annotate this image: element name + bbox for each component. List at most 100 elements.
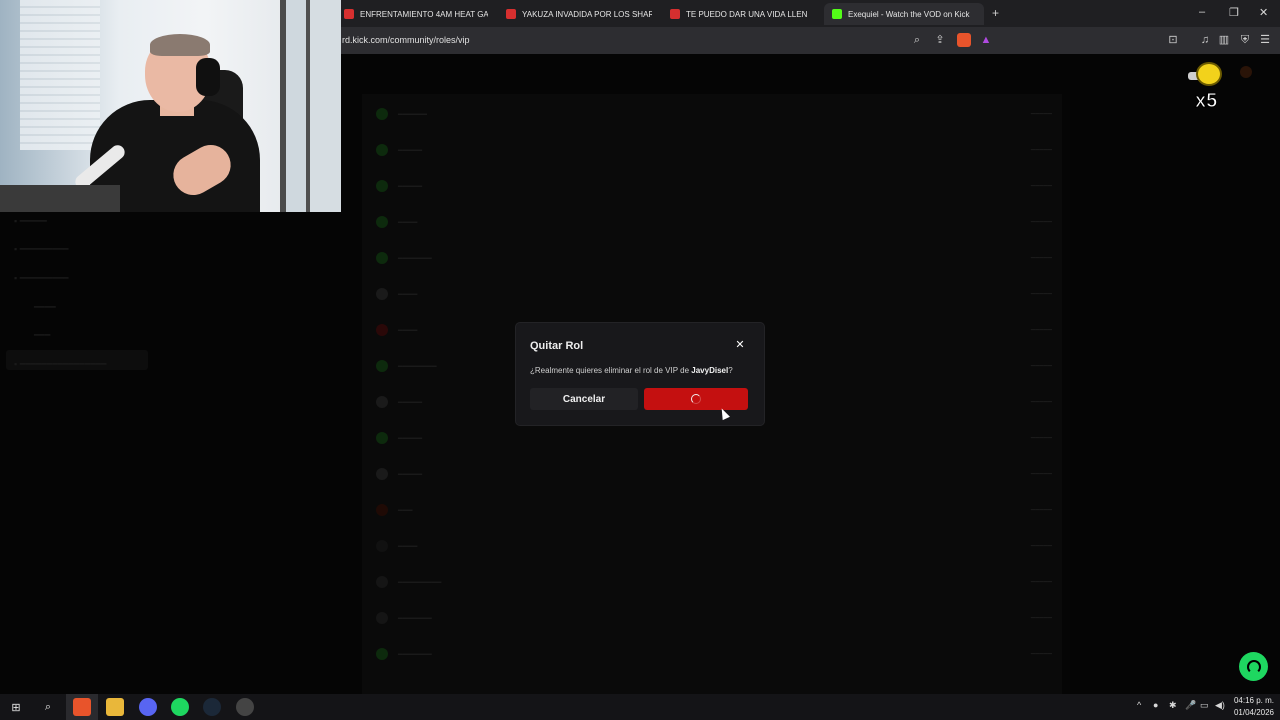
dialog-username: JavyDisel (691, 366, 729, 375)
list-item: ━━━━━ ━━━━━ (376, 430, 1052, 446)
sidebar-icon[interactable]: ▥ (1217, 33, 1231, 47)
sidebar-item[interactable]: ━━━ (34, 330, 50, 341)
list-item: ━━━━━━━ ━━━━━ (376, 610, 1052, 626)
emote-combo: x5 (1188, 60, 1228, 116)
emote-multiplier: x5 (1194, 90, 1218, 113)
network-icon[interactable]: ▭ (1200, 700, 1209, 711)
avatar (376, 504, 388, 516)
youtube-icon (344, 9, 354, 19)
brave-shield-icon[interactable] (957, 33, 971, 47)
share-icon[interactable]: ⇪ (933, 33, 947, 47)
sidebar-item[interactable]: ━━━━ (34, 302, 56, 313)
settings-tray-icon[interactable]: ✱ (1169, 700, 1177, 711)
screenshot-icon[interactable]: ⊡ (1166, 33, 1180, 47)
sidebar-item[interactable]: ▪ ━━━━━━━━━ (14, 273, 68, 284)
tab-yakuza[interactable]: YAKUZA INVADIDA POR LOS SHARKS (498, 3, 652, 25)
avatar (376, 360, 388, 372)
tab-label: YAKUZA INVADIDA POR LOS SHARKS (522, 9, 652, 19)
steam-icon[interactable] (203, 698, 221, 716)
avatar (376, 216, 388, 228)
list-item: ━━━━━━ ━━━━━ (376, 106, 1052, 122)
dialog-message-suffix: ? (728, 366, 733, 375)
tab-kick-vod[interactable]: Exequiel - Watch the VOD on Kick (824, 3, 984, 25)
list-item: ━━━━━ ━━━━━ (376, 142, 1052, 158)
windows-taskbar: ⊞ ⌕ ^ ● ✱ 🎤 ▭ ◀) 04:16 p. m. 01/04/2026 (0, 694, 1280, 720)
system-clock[interactable]: 04:16 p. m. 01/04/2026 (1226, 695, 1274, 719)
list-item: ━━━━━━━━━ ━━━━━ (376, 574, 1052, 590)
emote-face-icon (1196, 62, 1222, 86)
restore-icon[interactable]: ❐ (1229, 6, 1239, 19)
obs-icon[interactable] (236, 698, 254, 716)
file-explorer-icon[interactable] (106, 698, 124, 716)
webcam-person-hair (150, 34, 210, 56)
vpn-icon[interactable]: ⛨ (1238, 33, 1252, 47)
rewards-icon[interactable]: ▲ (979, 33, 993, 47)
avatar (376, 468, 388, 480)
avatar (376, 540, 388, 552)
webcam-desk (0, 185, 120, 212)
close-icon[interactable]: ✕ (734, 339, 746, 351)
youtube-icon (670, 9, 680, 19)
cancel-button[interactable]: Cancelar (530, 388, 638, 410)
tab-enfrentamiento[interactable]: ENFRENTAMIENTO 4AM HEAT GANG (336, 3, 488, 25)
windows-start-icon[interactable]: ⊞ (7, 698, 25, 716)
new-tab-button[interactable]: + (992, 6, 999, 20)
dialog-title: Quitar Rol (530, 340, 584, 352)
chevron-up-icon[interactable]: ^ (1137, 700, 1141, 710)
avatar (376, 396, 388, 408)
loading-spinner-icon (691, 394, 701, 404)
clock-time: 04:16 p. m. (1233, 696, 1274, 705)
youtube-icon (506, 9, 516, 19)
list-item: ━━━━ ━━━━━ (376, 538, 1052, 554)
list-item: ━━━━ ━━━━━ (376, 214, 1052, 230)
music-icon[interactable]: ♫ (1198, 33, 1212, 47)
clock-date: 01/04/2026 (1233, 708, 1274, 717)
avatar (376, 576, 388, 588)
menu-icon[interactable]: ☰ (1258, 33, 1272, 47)
avatar (376, 180, 388, 192)
brave-browser-icon[interactable] (73, 698, 91, 716)
list-item: ━━━━━ ━━━━━ (376, 178, 1052, 194)
search-icon[interactable]: ⌕ (39, 698, 57, 716)
list-item: ━━━━━━━ ━━━━━ (376, 250, 1052, 266)
webcam-overlay (0, 0, 341, 212)
discord-icon[interactable] (139, 698, 157, 716)
tab-vida[interactable]: TE PUEDO DAR UNA VIDA LLEN (662, 3, 816, 25)
kick-icon (832, 9, 842, 19)
dialog-message: ¿Realmente quieres eliminar el rol de VI… (530, 366, 733, 375)
avatar (376, 252, 388, 264)
spotify-icon[interactable] (171, 698, 189, 716)
avatar (376, 648, 388, 660)
confirm-remove-button[interactable] (644, 388, 748, 410)
volume-icon[interactable]: ◀) (1215, 700, 1225, 711)
minimize-icon[interactable]: – (1199, 6, 1205, 18)
zoom-icon[interactable]: ⌕ (910, 33, 924, 47)
avatar (376, 432, 388, 444)
tab-label: TE PUEDO DAR UNA VIDA LLEN (686, 9, 808, 19)
list-item: ━━━━━━━ ━━━━━ (376, 646, 1052, 662)
url-field[interactable]: rd.kick.com/community/roles/vip (342, 35, 470, 45)
list-item: ━━━━ ━━━━━ (376, 286, 1052, 302)
list-item: ━━━━━ ━━━━━ (376, 466, 1052, 482)
webcam-blinds (20, 0, 100, 150)
avatar (376, 108, 388, 120)
steam-tray-icon[interactable]: ● (1153, 700, 1158, 710)
headset-icon (1246, 659, 1261, 674)
support-chat-button[interactable] (1239, 652, 1268, 681)
headphones-icon (196, 58, 220, 96)
avatar (376, 288, 388, 300)
microphone-icon[interactable]: 🎤 (1185, 700, 1196, 711)
avatar (376, 612, 388, 624)
avatar (376, 144, 388, 156)
sidebar-item[interactable]: ▪ ━━━━━━━━━━━━━━━━ (14, 359, 106, 370)
dialog-message-prefix: ¿Realmente quieres eliminar el rol de VI… (530, 366, 692, 375)
list-item: ━━━ ━━━━━ (376, 502, 1052, 518)
user-avatar[interactable] (1240, 66, 1252, 78)
tab-label: ENFRENTAMIENTO 4AM HEAT GANG (360, 9, 488, 19)
close-window-icon[interactable]: ✕ (1259, 6, 1268, 19)
sidebar-item[interactable]: ▪ ━━━━━ (14, 216, 47, 227)
sidebar-item[interactable]: ▪ ━━━━━━━━━ (14, 244, 68, 255)
screen: ENFRENTAMIENTO 4AM HEAT GANG YAKUZA INVA… (0, 0, 1280, 720)
avatar (376, 324, 388, 336)
tab-label: Exequiel - Watch the VOD on Kick (848, 9, 970, 19)
